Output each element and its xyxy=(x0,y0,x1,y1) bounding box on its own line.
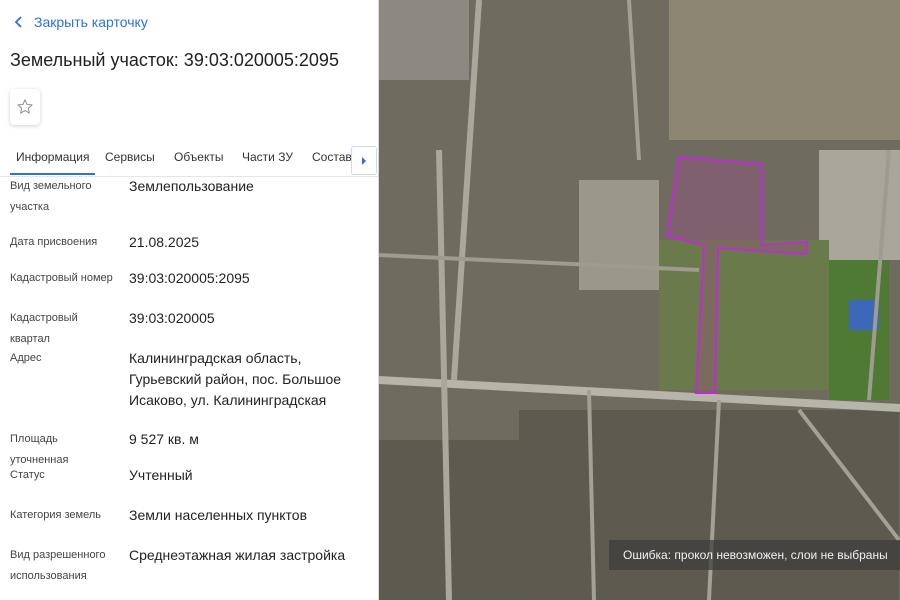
close-card-label: Закрыть карточку xyxy=(34,14,148,30)
tab-bar: Информация Сервисы Объекты Части ЗУ Сост… xyxy=(0,140,378,177)
tabs-scroll-right-button[interactable] xyxy=(351,146,377,175)
tab-parcel-parts[interactable]: Части ЗУ xyxy=(242,150,293,164)
tab-composition[interactable]: Состав xyxy=(312,150,352,164)
tab-services[interactable]: Сервисы xyxy=(105,150,155,164)
tab-objects[interactable]: Объекты xyxy=(174,150,224,164)
map-error-message: Ошибка: прокол невозможен, слои не выбра… xyxy=(609,540,900,570)
chevron-left-icon xyxy=(14,16,22,28)
field-label: Вид разрешенного использования xyxy=(10,549,106,582)
tab-information[interactable]: Информация xyxy=(9,150,97,175)
close-card-link[interactable]: Закрыть карточку xyxy=(12,12,148,32)
satellite-imagery xyxy=(379,0,900,600)
field-label: Дата присвоения xyxy=(10,236,98,248)
page-title: Земельный участок: 39:03:020005:2095 xyxy=(10,50,339,70)
field-value: Среднеэтажная жилая застройка xyxy=(129,547,346,563)
field-label: Адрес xyxy=(10,352,42,364)
field-label: Вид земельного участка xyxy=(10,180,92,213)
field-value: 39:03:020005:2095 xyxy=(129,270,250,286)
star-icon xyxy=(17,99,33,114)
field-label: Кадастровый номер xyxy=(10,272,113,284)
field-label: Категория земель xyxy=(10,509,101,521)
field-value: 9 527 кв. м xyxy=(129,431,199,447)
field-value: 39:03:020005 xyxy=(129,310,215,326)
favorite-button[interactable] xyxy=(10,89,40,125)
field-value: Землепользование xyxy=(129,178,254,194)
map-view[interactable]: Ошибка: прокол невозможен, слои не выбра… xyxy=(379,0,900,600)
chevron-right-icon xyxy=(362,156,366,165)
field-label: Кадастровый квартал xyxy=(10,312,78,345)
field-label: Статус xyxy=(10,469,45,481)
field-value: 21.08.2025 xyxy=(129,234,200,250)
info-panel: Закрыть карточку Земельный участок: 39:0… xyxy=(0,0,379,600)
field-value: Калининградская область, Гурьевский райо… xyxy=(129,350,342,408)
field-value: Земли населенных пунктов xyxy=(129,507,308,523)
field-value: Учтенный xyxy=(129,467,193,483)
